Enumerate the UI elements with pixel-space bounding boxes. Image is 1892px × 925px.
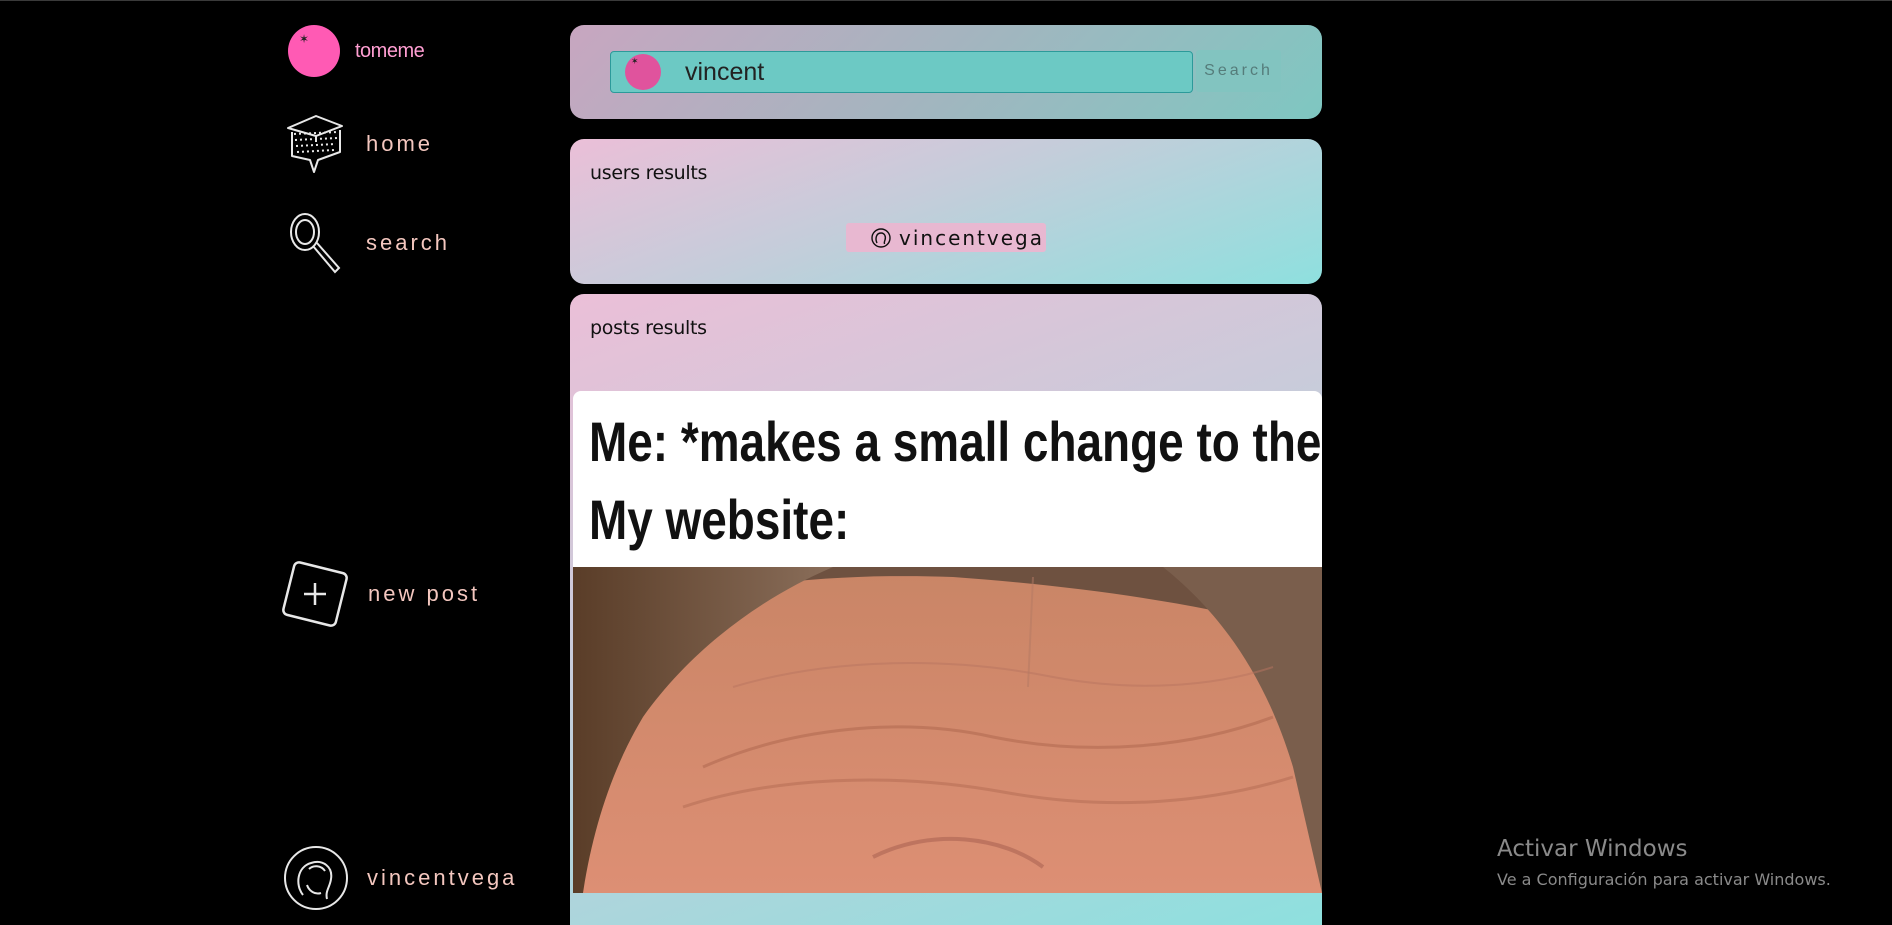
profile-avatar-icon bbox=[284, 846, 348, 910]
windows-activation-watermark: Activar Windows Ve a Configuración para … bbox=[1497, 836, 1831, 889]
user-result-username: vincentvega bbox=[899, 225, 1044, 250]
pink-ball-icon: ✶ bbox=[625, 54, 661, 90]
post-meme-image[interactable]: Me: *makes a small change to the CSS* My… bbox=[573, 391, 1322, 893]
sidebar-item-label: home bbox=[366, 131, 434, 156]
top-border bbox=[0, 0, 1892, 1]
user-avatar-icon bbox=[871, 227, 891, 248]
watermark-title: Activar Windows bbox=[1497, 836, 1688, 862]
posts-results-panel: posts results Me: *makes a small change … bbox=[570, 294, 1322, 925]
sidebar-item-new-post[interactable]: new post bbox=[274, 553, 480, 635]
sidebar-item-search[interactable]: search bbox=[285, 210, 450, 276]
close-up-face-photo bbox=[573, 567, 1322, 893]
meme-caption: Me: *makes a small change to the CSS* My… bbox=[589, 403, 1322, 559]
brand-logo[interactable]: ✶ tomeme bbox=[288, 25, 425, 77]
user-result-item[interactable]: vincentvega bbox=[846, 223, 1046, 252]
magnifier-icon bbox=[290, 213, 341, 274]
sidebar-item-home[interactable]: home bbox=[282, 112, 433, 176]
house-icon bbox=[287, 115, 343, 173]
users-results-panel: users results vincentvega bbox=[570, 139, 1322, 284]
sidebar-item-profile[interactable]: vincentvega bbox=[283, 845, 517, 911]
watermark-subtitle: Ve a Configuración para activar Windows. bbox=[1497, 870, 1831, 889]
pink-ball-logo-icon: ✶ bbox=[288, 25, 340, 77]
sidebar-item-label: search bbox=[366, 230, 451, 255]
plus-square-icon bbox=[282, 561, 348, 627]
posts-results-title: posts results bbox=[590, 317, 707, 339]
users-results-title: users results bbox=[590, 162, 708, 184]
search-panel: ✶ Search bbox=[570, 25, 1322, 119]
search-field[interactable]: ✶ bbox=[610, 51, 1193, 93]
search-input[interactable] bbox=[685, 57, 1165, 87]
meme-caption-line: My website: bbox=[589, 488, 850, 551]
brand-name: tomeme bbox=[355, 39, 425, 62]
sidebar-item-label: new post bbox=[368, 581, 481, 606]
sidebar-item-label: vincentvega bbox=[367, 865, 518, 890]
search-button[interactable]: Search bbox=[1196, 50, 1281, 92]
meme-caption-line: Me: *makes a small change to the CSS* bbox=[589, 410, 1322, 473]
